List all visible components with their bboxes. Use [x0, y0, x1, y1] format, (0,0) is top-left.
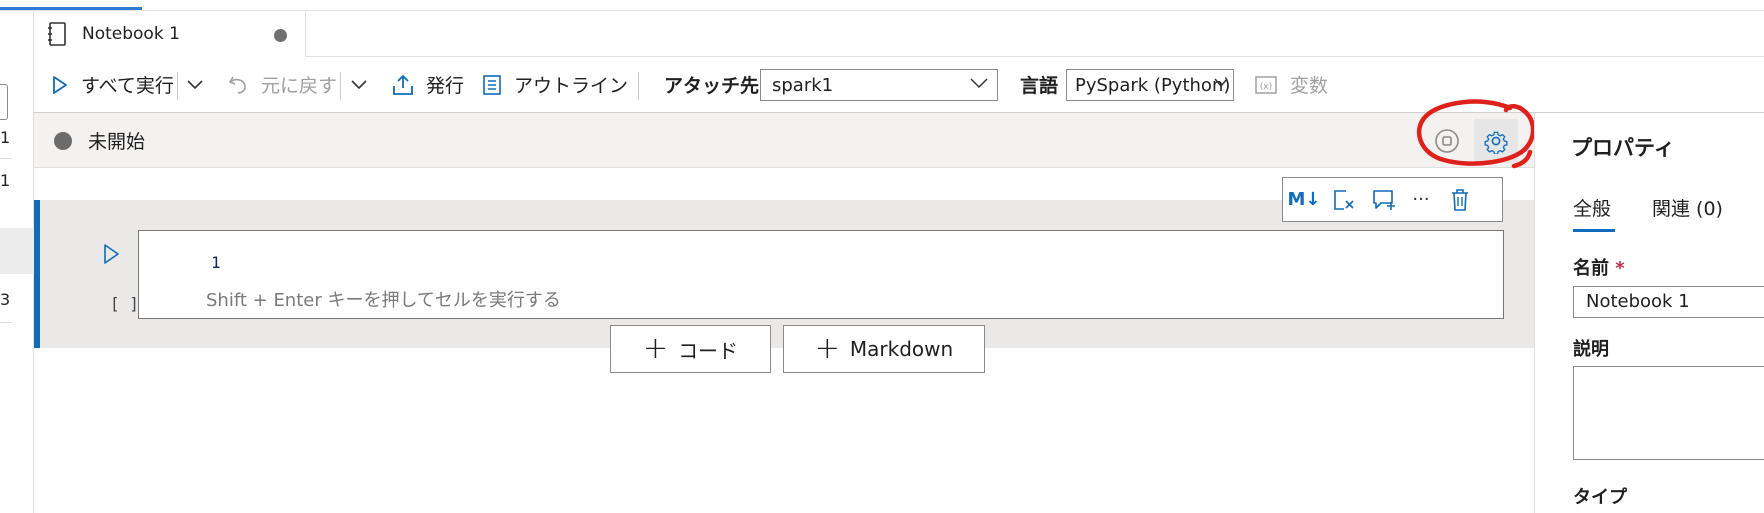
- description-label: 説明: [1573, 339, 1609, 360]
- trash-icon: [1452, 188, 1468, 211]
- variables-label: 変数: [1290, 75, 1329, 97]
- tab-general[interactable]: 全般: [1573, 194, 1611, 221]
- left-rail-collapsed-box[interactable]: [0, 84, 8, 120]
- plus-icon: +: [642, 331, 669, 366]
- toolbar-separator: [340, 72, 341, 100]
- publish-icon: [393, 74, 413, 95]
- undo-options-dropdown[interactable]: [350, 57, 368, 112]
- cell-focus-indicator: [34, 200, 40, 348]
- attach-select[interactable]: spark1: [760, 69, 998, 101]
- add-markdown-cell-button[interactable]: + Markdown: [783, 325, 985, 373]
- execution-count: [ ]: [110, 294, 139, 313]
- publish-label: 発行: [426, 75, 465, 97]
- run-cell-play-icon[interactable]: [103, 243, 121, 265]
- outline-button[interactable]: アウトライン: [482, 57, 628, 112]
- undo-icon: [228, 76, 246, 94]
- language-select[interactable]: PySpark (Python): [1066, 69, 1234, 101]
- name-label: 名前 *: [1573, 258, 1625, 279]
- toolbar-separator: [638, 72, 639, 100]
- add-comment-button[interactable]: [1364, 178, 1404, 221]
- clear-output-button[interactable]: [1324, 178, 1364, 221]
- undo-label: 元に戻す: [261, 75, 338, 97]
- chevron-down-icon: [187, 79, 203, 89]
- outline-icon: [483, 74, 501, 95]
- language-select-value: PySpark (Python): [1075, 74, 1231, 96]
- markdown-toggle-button[interactable]: M↓: [1284, 178, 1324, 221]
- session-status-dot: [54, 132, 72, 150]
- more-options-icon: ···: [1412, 189, 1430, 210]
- attach-select-value: spark1: [772, 74, 834, 96]
- left-rail-divider: [0, 158, 12, 159]
- play-icon: [53, 75, 67, 94]
- tab-notebook[interactable]: Notebook 1: [34, 11, 306, 57]
- add-code-label: コード: [678, 338, 739, 363]
- properties-title: プロパティ: [1571, 136, 1675, 160]
- session-status-text: 未開始: [88, 131, 146, 153]
- clear-output-icon: [1334, 189, 1354, 210]
- run-options-dropdown[interactable]: [186, 57, 204, 112]
- publish-button[interactable]: 発行: [391, 57, 464, 112]
- active-tab-indicator: [1573, 229, 1615, 232]
- outline-label: アウトライン: [514, 75, 629, 97]
- svg-text:(x): (x): [1260, 82, 1272, 92]
- unsaved-dot-icon[interactable]: [274, 29, 287, 42]
- session-status-bar: 未開始: [34, 113, 1534, 168]
- markdown-toggle-label: M↓: [1287, 189, 1321, 210]
- add-code-cell-button[interactable]: + コード: [610, 325, 771, 373]
- name-field[interactable]: Notebook 1: [1573, 286, 1764, 318]
- required-mark: *: [1615, 258, 1625, 279]
- left-rail-divider: [0, 322, 12, 323]
- chevron-down-icon: [351, 79, 367, 89]
- plus-icon: +: [814, 331, 840, 366]
- left-rail-number: 1: [0, 171, 11, 190]
- code-editor[interactable]: 1 Shift + Enter キーを押してセルを実行する: [138, 230, 1504, 319]
- variables-icon: (x): [1255, 75, 1277, 94]
- run-all-label: すべて実行: [81, 75, 174, 97]
- left-rail-number: 1: [0, 128, 11, 147]
- add-comment-icon: [1373, 189, 1395, 210]
- properties-panel: プロパティ 全般 関連 (0) 名前 * Notebook 1 説明 タイプ: [1534, 113, 1764, 513]
- line-number: 1: [211, 253, 221, 272]
- toolbar-separator: [177, 72, 178, 100]
- notebook-icon: [48, 22, 66, 46]
- add-markdown-label: Markdown: [849, 337, 954, 361]
- undo-button[interactable]: 元に戻す: [227, 57, 337, 112]
- chevron-down-icon: [970, 78, 988, 89]
- red-annotation-circle: [1416, 99, 1536, 169]
- tab-title: Notebook 1: [82, 24, 180, 44]
- description-field[interactable]: [1573, 366, 1764, 460]
- delete-cell-button[interactable]: [1440, 178, 1480, 221]
- more-options-button[interactable]: ···: [1401, 178, 1441, 221]
- attach-label: アタッチ先: [664, 75, 760, 97]
- left-rail-number: 3: [0, 290, 11, 309]
- type-label: タイプ: [1573, 487, 1627, 508]
- run-all-button[interactable]: すべて実行: [52, 57, 174, 112]
- chevron-down-icon: [1214, 78, 1228, 88]
- tab-related[interactable]: 関連 (0): [1652, 194, 1723, 221]
- variables-button[interactable]: (x) 変数: [1254, 57, 1328, 112]
- left-rail-selected-row[interactable]: [0, 228, 34, 274]
- language-label: 言語: [1020, 75, 1059, 97]
- editor-placeholder: Shift + Enter キーを押してセルを実行する: [206, 290, 561, 311]
- cell-toolbar: M↓ ···: [1282, 177, 1503, 222]
